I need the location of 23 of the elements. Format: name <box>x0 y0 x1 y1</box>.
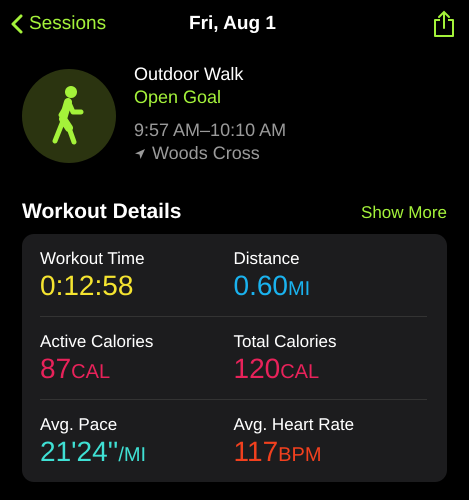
metric-value: 0:12:58 <box>40 269 134 303</box>
metric-label: Avg. Heart Rate <box>234 415 354 435</box>
metric-value: 120CAL <box>234 352 320 386</box>
workout-goal: Open Goal <box>134 87 222 108</box>
chevron-left-icon <box>10 14 23 34</box>
metric-label: Active Calories <box>40 332 154 352</box>
metric-value: 0.60MI <box>234 269 310 303</box>
show-more-link[interactable]: Show More <box>361 203 447 223</box>
nav-title: Fri, Aug 1 <box>188 13 277 35</box>
metric-label: Distance <box>234 249 300 269</box>
workout-time-range: 9:57 AM–10:10 AM <box>134 120 286 141</box>
workout-name: Outdoor Walk <box>134 64 244 85</box>
back-button[interactable]: Sessions <box>10 13 150 35</box>
location-arrow-icon <box>134 148 146 160</box>
workout-location: Woods Cross <box>152 143 260 164</box>
share-icon[interactable] <box>433 10 455 38</box>
metric-value: 87CAL <box>40 352 110 386</box>
metric-label: Avg. Pace <box>40 415 118 435</box>
metric-label: Total Calories <box>234 332 336 352</box>
metric-value: 117BPM <box>234 435 322 469</box>
section-title: Workout Details <box>22 200 182 224</box>
metric-label: Workout Time <box>40 249 145 269</box>
metric-value: 21'24''/MI <box>40 435 146 469</box>
